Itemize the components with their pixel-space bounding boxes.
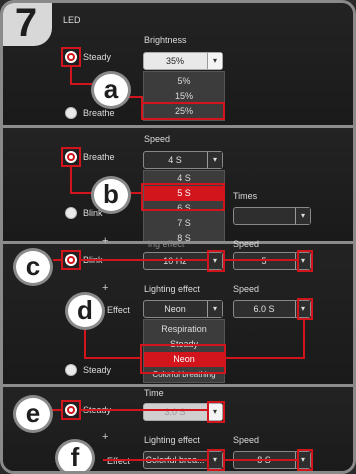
highlight-effect-arrow [207,449,225,471]
brightness-select[interactable]: 35% ▾ [143,52,223,70]
callout-e: e [13,395,53,433]
connector-line [303,320,305,359]
times-label: Times [233,191,258,201]
led-label: LED [63,15,81,25]
panel-blink-effect: + ing effect Speed Blink 10 Hz ▾ 5 ▾ c +… [3,235,353,384]
effect-label: Effect [107,456,130,466]
connector-line [84,357,140,359]
effect-label: Effect [107,305,130,315]
connector-line [103,459,207,461]
blink-speed-value: 5 [261,256,267,266]
effect-speed-value: 6.0 S [253,304,275,314]
highlight-5s-option [141,183,225,211]
connector-line [70,167,72,194]
highlight-time-arrow [207,401,225,423]
highlight-steady [61,47,81,67]
frequency-value: 10 Hz [163,256,187,266]
connector-line [53,259,63,261]
lighting-effect-label-partial: ing effect [148,239,185,249]
plus-icon[interactable]: + [102,282,108,294]
connector-line [81,409,207,411]
callout-d: d [65,292,105,330]
times-select[interactable]: ▾ [233,207,311,225]
speed-label: Speed [233,284,260,294]
plus-icon[interactable]: + [102,235,108,247]
chevron-down-icon: ▾ [207,152,222,168]
breathe-label: Breathe [83,108,115,118]
blink-radio[interactable] [65,207,77,219]
connector-line [84,327,86,359]
speed-value: 4 S [168,155,182,165]
time-value: 3.0 S [164,407,186,417]
highlight-speed-arrow [297,449,313,471]
step-number-badge: 7 [3,3,52,46]
steady-radio[interactable] [65,364,77,376]
effect-value: Neon [164,304,186,314]
speed-label: Speed [144,134,171,144]
steady-label: Steady [83,365,112,375]
callout-b: b [91,176,131,214]
speed-select[interactable]: 4 S ▾ [143,151,223,169]
lighting-effect-label: Lighting effect [144,284,200,294]
plus-icon[interactable]: + [102,431,108,443]
breathe-radio[interactable] [65,107,77,119]
settings-frame: 7 LED Steady Breathe Brightness 35% ▾ 5%… [0,0,356,474]
callout-c: c [13,248,53,286]
steady-label: Steady [83,52,112,62]
chevron-down-icon: ▾ [295,208,310,224]
callout-a: a [91,71,131,109]
highlight-steady [61,400,81,420]
highlight-neon-option [140,344,226,374]
highlight-freq-arrow [207,250,225,272]
breathe-label: Breathe [83,152,115,162]
panel-time-effect: Time Steady 3.0 S ▾ e + Lighting effect … [3,387,353,471]
panel-breathe-speed: Breathe Blink Speed 4 S ▾ 4 S 5 S 6 S 7 … [3,128,353,243]
connector-line [70,192,92,194]
speed-label: Speed [233,239,260,249]
highlight-blink [61,250,81,270]
highlight-speed-arrow [297,298,313,320]
brightness-option[interactable]: 5% [144,74,224,89]
callout-f: f [55,439,95,471]
connector-line [70,83,92,85]
connector-line [225,459,297,461]
connector-line [81,259,207,261]
time-label: Time [144,388,164,398]
effect-option[interactable]: Respiration [144,322,224,337]
connector-line [70,67,72,84]
connector-line [141,96,143,106]
lighting-effect-label: Lighting effect [144,435,200,445]
panel-brightness: 7 LED Steady Breathe Brightness 35% ▾ 5%… [3,3,353,127]
chevron-down-icon: ▾ [207,301,222,317]
speed-option[interactable]: 7 S [144,216,224,231]
highlight-25-option [141,102,225,120]
brightness-label: Brightness [144,35,187,45]
highlight-breathe [61,147,81,167]
brightness-value: 35% [165,56,184,66]
connector-line [225,259,297,261]
chevron-down-icon: ▾ [207,53,222,69]
highlight-speed-arrow [297,250,313,272]
connector-line [226,357,305,359]
effect-select[interactable]: Neon ▾ [143,300,223,318]
speed-label: Speed [233,435,260,445]
